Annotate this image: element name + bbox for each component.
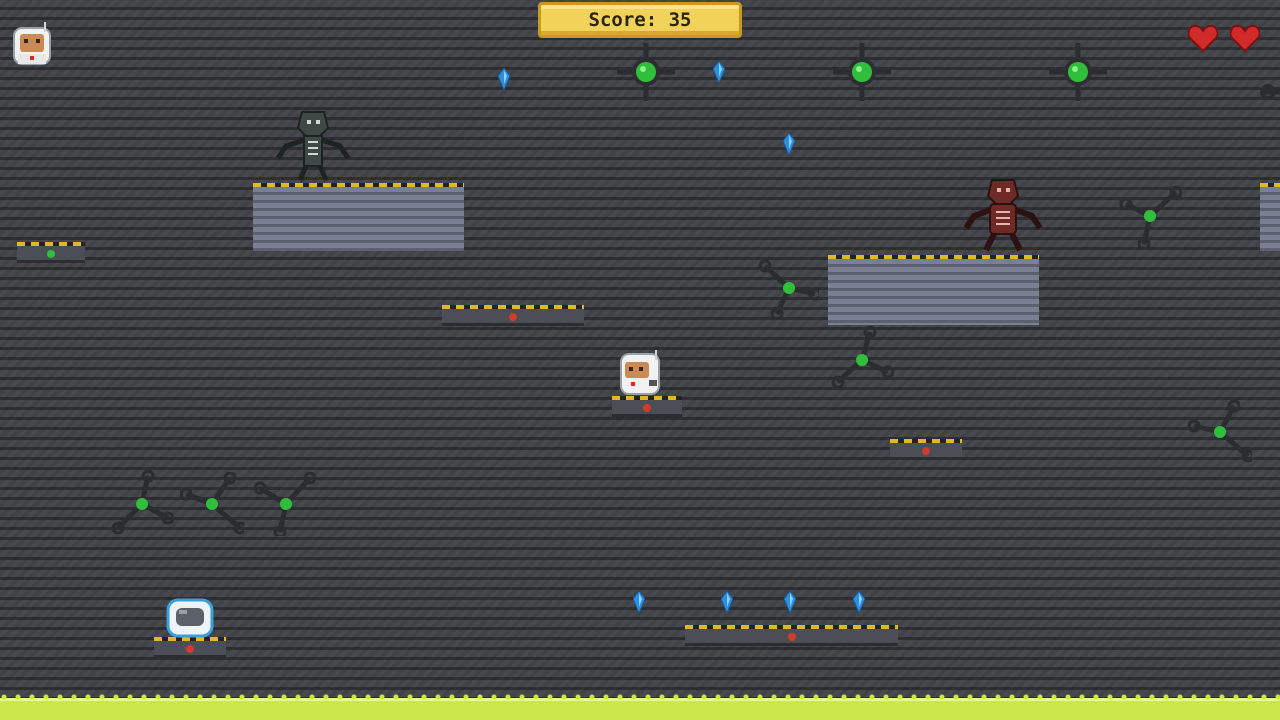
player-avatar-icon bbox=[13, 22, 51, 65]
metal-platform bbox=[154, 637, 226, 658]
astronaut-player-icon[interactable] bbox=[617, 350, 665, 398]
tripod-mine-icon bbox=[758, 259, 819, 318]
green-core-drone-icon bbox=[1049, 43, 1107, 101]
tripod-mine-icon bbox=[254, 472, 317, 536]
acid-bubbles bbox=[0, 694, 1280, 700]
stone-platform bbox=[1260, 183, 1280, 251]
blue-crystal-icon[interactable] bbox=[783, 133, 795, 155]
red-light-icon bbox=[186, 645, 194, 653]
tripod-mine-icon bbox=[111, 470, 174, 534]
green-light-icon bbox=[47, 250, 55, 258]
red-light-icon bbox=[509, 313, 517, 321]
score-display: Score: 35 bbox=[538, 2, 742, 38]
skeleton-robot-icon bbox=[275, 111, 351, 181]
blue-crystal-icon[interactable] bbox=[721, 591, 733, 613]
metal-platform bbox=[17, 242, 85, 263]
red-robot-icon bbox=[963, 179, 1043, 252]
tripod-mine-icon bbox=[1188, 400, 1252, 463]
blue-crystal-icon[interactable] bbox=[498, 68, 510, 90]
red-light-icon bbox=[643, 404, 651, 412]
red-light-icon bbox=[787, 633, 796, 641]
metal-platform bbox=[442, 305, 584, 326]
tripod-mine-icon bbox=[831, 326, 894, 389]
blue-crystal-icon[interactable] bbox=[853, 591, 865, 613]
heart-icon bbox=[1188, 24, 1218, 52]
tripod-mine-icon bbox=[1119, 185, 1182, 248]
helmet-icon[interactable] bbox=[166, 598, 214, 638]
stone-platform bbox=[253, 183, 464, 251]
metal-platform bbox=[685, 625, 898, 646]
blue-crystal-icon[interactable] bbox=[633, 591, 645, 613]
stone-platform bbox=[828, 255, 1039, 325]
heart-icon bbox=[1230, 24, 1260, 52]
tripod-mine-icon bbox=[180, 472, 244, 535]
green-core-drone-icon bbox=[617, 43, 675, 101]
red-light-icon bbox=[922, 447, 930, 455]
blue-crystal-icon[interactable] bbox=[713, 61, 725, 83]
metal-platform bbox=[890, 439, 962, 460]
green-core-drone-icon bbox=[833, 43, 891, 101]
metal-platform bbox=[612, 396, 682, 417]
acid-floor bbox=[0, 694, 1280, 720]
score-text: Score: 35 bbox=[588, 9, 692, 31]
game-canvas[interactable]: Score: 35 bbox=[0, 0, 1280, 720]
blue-crystal-icon[interactable] bbox=[784, 591, 796, 613]
green-core-drone-icon bbox=[1260, 84, 1280, 100]
